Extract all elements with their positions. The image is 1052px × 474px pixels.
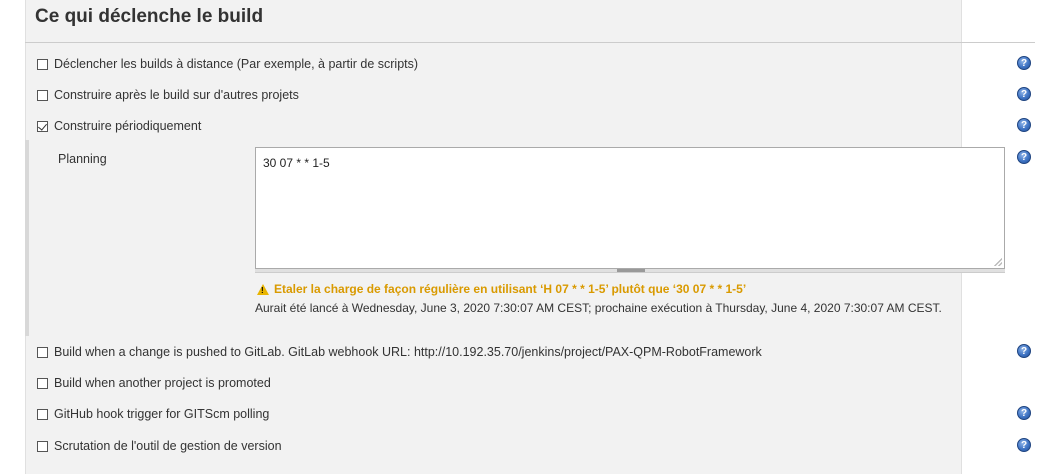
trigger-gitlab-push[interactable]: Build when a change is pushed to GitLab.… bbox=[37, 342, 762, 362]
checkbox[interactable] bbox=[37, 89, 48, 101]
checkbox[interactable] bbox=[37, 377, 48, 389]
help-icon[interactable]: ? bbox=[1017, 406, 1031, 420]
checkbox[interactable] bbox=[37, 346, 48, 358]
help-icon[interactable]: ? bbox=[1017, 150, 1031, 164]
trigger-label: Construire après le build sur d'autres p… bbox=[54, 88, 299, 102]
trigger-remote-builds[interactable]: Déclencher les builds à distance (Par ex… bbox=[37, 54, 418, 74]
drag-handle-icon[interactable] bbox=[617, 269, 645, 272]
help-icon[interactable]: ? bbox=[1017, 56, 1031, 70]
section-title: Ce qui déclenche le build bbox=[35, 6, 264, 27]
checkbox[interactable] bbox=[37, 440, 48, 452]
trigger-label: Build when another project is promoted bbox=[54, 376, 271, 390]
trigger-build-periodically[interactable]: Construire périodiquement bbox=[37, 116, 201, 136]
warning-icon: ! bbox=[257, 283, 269, 295]
trigger-scm-polling[interactable]: Scrutation de l'outil de gestion de vers… bbox=[37, 436, 282, 456]
checkbox-checked[interactable] bbox=[37, 120, 48, 132]
section-divider bbox=[25, 42, 1035, 43]
trigger-label: Scrutation de l'outil de gestion de vers… bbox=[54, 439, 282, 453]
schedule-info: Aurait été lancé à Wednesday, June 3, 20… bbox=[255, 301, 942, 315]
resize-grip-icon[interactable] bbox=[994, 258, 1002, 266]
schedule-warning: ! Etaler la charge de façon régulière en… bbox=[257, 282, 746, 296]
planning-textarea[interactable]: 30 07 * * 1-5 bbox=[255, 147, 1005, 269]
planning-value: 30 07 * * 1-5 bbox=[263, 156, 330, 170]
checkbox[interactable] bbox=[37, 408, 48, 420]
trigger-label: Build when a change is pushed to GitLab.… bbox=[54, 345, 762, 359]
trigger-label: Construire périodiquement bbox=[54, 119, 202, 133]
nested-section-bar bbox=[25, 140, 29, 336]
trigger-label: GitHub hook trigger for GITScm polling bbox=[54, 407, 270, 421]
planning-label: Planning bbox=[58, 152, 107, 166]
trigger-build-after-other-projects[interactable]: Construire après le build sur d'autres p… bbox=[37, 85, 299, 105]
help-icon[interactable]: ? bbox=[1017, 438, 1031, 452]
warning-text: Etaler la charge de façon régulière en u… bbox=[274, 282, 747, 296]
help-icon[interactable]: ? bbox=[1017, 118, 1031, 132]
checkbox[interactable] bbox=[37, 58, 48, 70]
trigger-label: Déclencher les builds à distance (Par ex… bbox=[54, 57, 419, 71]
help-icon[interactable]: ? bbox=[1017, 87, 1031, 101]
textarea-resize-bar[interactable] bbox=[255, 269, 1005, 273]
trigger-project-promoted[interactable]: Build when another project is promoted bbox=[37, 373, 271, 393]
help-icon[interactable]: ? bbox=[1017, 344, 1031, 358]
trigger-github-hook[interactable]: GitHub hook trigger for GITScm polling bbox=[37, 404, 269, 424]
